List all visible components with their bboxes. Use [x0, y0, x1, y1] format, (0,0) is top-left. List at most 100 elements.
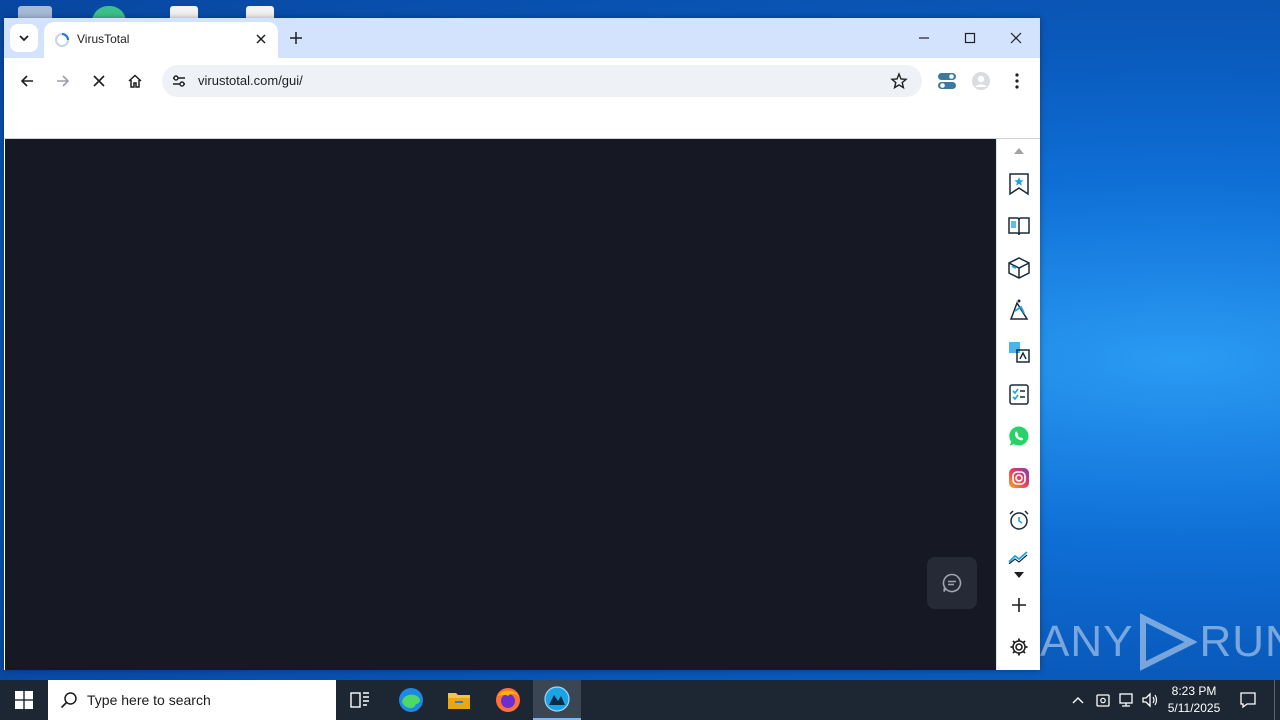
- site-info-icon[interactable]: [170, 72, 188, 90]
- new-tab-button[interactable]: [286, 28, 306, 48]
- stop-loading-button[interactable]: [87, 69, 111, 93]
- tab-search-button[interactable]: [10, 24, 38, 52]
- tab-close-button[interactable]: [252, 30, 270, 48]
- sidepanel-instagram[interactable]: [1007, 466, 1031, 490]
- loading-spinner-icon: [55, 33, 69, 47]
- avatar-icon: [972, 72, 990, 90]
- bookmarks-icon: [1009, 173, 1029, 196]
- play-logo-icon: [1140, 613, 1198, 671]
- extension-button[interactable]: [935, 69, 959, 93]
- maximize-button[interactable]: [957, 26, 983, 50]
- tab-strip: VirusTotal: [4, 18, 1040, 58]
- plus-icon: [1012, 598, 1026, 612]
- task-view-button[interactable]: [336, 680, 384, 720]
- taskbar-search-box[interactable]: Type here to search: [48, 680, 336, 720]
- volume-icon: [1142, 692, 1158, 708]
- browser-toolbar: virustotal.com/gui/: [4, 58, 1040, 104]
- address-bar[interactable]: virustotal.com/gui/: [162, 65, 922, 97]
- tray-network[interactable]: [1116, 690, 1136, 710]
- browser-menu-button[interactable]: [1005, 69, 1029, 93]
- home-button[interactable]: [123, 69, 147, 93]
- sidepanel-checklist[interactable]: [1007, 382, 1031, 406]
- maximize-icon: [964, 32, 976, 44]
- taskbar-file-explorer[interactable]: [435, 680, 483, 720]
- whatsapp-icon: [1009, 426, 1029, 446]
- taskbar: Type here to search 8:23 PM 5/11/2025: [0, 680, 1280, 720]
- shopping-icon: [1009, 299, 1029, 320]
- watermark-text-left: ANY: [1040, 617, 1134, 666]
- chevron-up-icon: [1072, 697, 1084, 704]
- translate-icon: [1009, 342, 1030, 363]
- minimize-button[interactable]: [911, 26, 937, 50]
- network-icon: [1119, 693, 1133, 707]
- browser-window: VirusTotal virustotal.com/gui/: [4, 18, 1040, 670]
- show-desktop-button[interactable]: [1274, 680, 1275, 720]
- windows-logo-icon: [15, 691, 33, 709]
- sidepanel-trends[interactable]: [1007, 550, 1031, 564]
- sidepanel-bookmarks[interactable]: [1007, 172, 1031, 196]
- caret-up-icon: [1014, 148, 1024, 154]
- sidepanel-alarm[interactable]: [1007, 508, 1031, 532]
- close-icon: [256, 34, 266, 44]
- page-header-area: [4, 104, 1040, 139]
- forward-button[interactable]: [51, 69, 75, 93]
- watermark-text-right: RUN: [1199, 617, 1280, 666]
- chevron-down-icon: [19, 35, 29, 42]
- close-icon: [1010, 32, 1022, 44]
- sidepanel-reading-list[interactable]: [1007, 214, 1031, 238]
- tray-security[interactable]: [1093, 690, 1113, 710]
- sidepanel-whatsapp[interactable]: [1007, 424, 1031, 448]
- folder-icon: [448, 693, 470, 709]
- checklist-icon: [1009, 384, 1029, 405]
- security-icon: [1096, 694, 1110, 707]
- anyrun-watermark: ANY RUN: [1040, 612, 1280, 672]
- taskbar-clock[interactable]: 8:23 PM 5/11/2025: [1160, 683, 1228, 717]
- extension-toggle-icon: [938, 73, 956, 89]
- sidepanel-package[interactable]: [1007, 256, 1031, 280]
- close-window-button[interactable]: [1003, 26, 1029, 50]
- trend-icon: [1008, 551, 1028, 564]
- sidepanel-translate[interactable]: [1007, 340, 1031, 364]
- chat-button[interactable]: [927, 557, 977, 609]
- tab-title: VirusTotal: [77, 32, 130, 46]
- tray-volume[interactable]: [1140, 690, 1160, 710]
- notification-icon: [1240, 692, 1256, 709]
- sidepanel-add-button[interactable]: [1007, 593, 1031, 617]
- search-placeholder: Type here to search: [87, 692, 211, 708]
- arrow-right-icon: [57, 75, 70, 87]
- tab-virustotal[interactable]: VirusTotal: [44, 22, 278, 58]
- action-center-button[interactable]: [1238, 690, 1258, 710]
- alarm-icon: [1009, 510, 1029, 530]
- sidepanel-shopping[interactable]: [1007, 298, 1031, 322]
- scroll-down-button[interactable]: [1007, 567, 1031, 583]
- back-button[interactable]: [15, 69, 39, 93]
- search-icon: [60, 692, 77, 709]
- home-icon: [128, 74, 142, 88]
- chat-icon: [942, 573, 962, 593]
- taskbar-edge[interactable]: [387, 680, 435, 720]
- profile-button[interactable]: [969, 69, 993, 93]
- clock-date: 5/11/2025: [1167, 701, 1221, 715]
- instagram-icon: [1009, 468, 1029, 488]
- scroll-up-button[interactable]: [1007, 143, 1031, 159]
- more-vertical-icon: [1015, 73, 1019, 89]
- task-view-icon: [350, 692, 369, 708]
- close-icon: [93, 75, 105, 87]
- bookmark-star-icon[interactable]: [890, 72, 908, 90]
- gear-icon: [1010, 638, 1028, 656]
- minimize-icon: [919, 37, 929, 39]
- edge-icon: [399, 688, 423, 712]
- taskbar-chrome-active[interactable]: [533, 680, 581, 720]
- taskbar-firefox[interactable]: [484, 680, 532, 720]
- package-icon: [1008, 257, 1030, 279]
- url-text: virustotal.com/gui/: [198, 73, 303, 88]
- side-panel: [996, 139, 1040, 670]
- firefox-icon: [496, 688, 520, 712]
- reading-list-icon: [1008, 217, 1030, 236]
- page-viewport: [5, 139, 996, 670]
- start-button[interactable]: [0, 680, 48, 720]
- arrow-left-icon: [20, 75, 33, 87]
- clock-time: 8:23 PM: [1171, 684, 1217, 698]
- sidepanel-settings-button[interactable]: [1007, 635, 1031, 659]
- tray-show-hidden[interactable]: [1068, 690, 1088, 710]
